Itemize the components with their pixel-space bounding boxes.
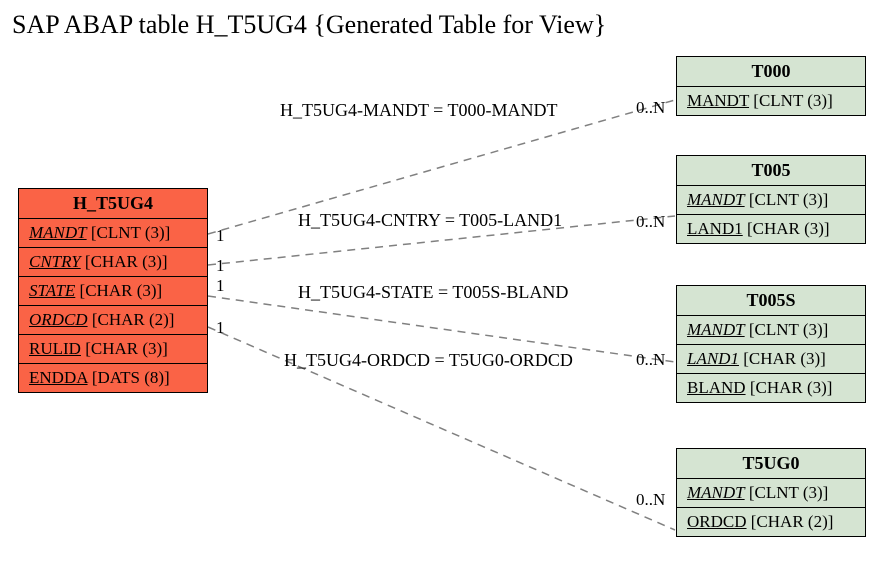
field-name: ORDCD: [687, 512, 747, 531]
cardinality-right: 0..N: [636, 490, 665, 510]
field-row: ENDDA [DATS (8)]: [19, 364, 207, 392]
field-type: [CHAR (3)]: [747, 219, 830, 238]
field-type: [CHAR (3)]: [80, 281, 163, 300]
entity-header: T005S: [677, 286, 865, 316]
field-type: [CHAR (2)]: [751, 512, 834, 531]
field-type: [CLNT (3)]: [753, 91, 832, 110]
field-row: MANDT [CLNT (3)]: [677, 316, 865, 345]
field-name: RULID: [29, 339, 81, 358]
field-name: STATE: [29, 281, 75, 300]
field-row: ORDCD [CHAR (2)]: [677, 508, 865, 536]
entity-t000: T000 MANDT [CLNT (3)]: [676, 56, 866, 116]
field-type: [CHAR (3)]: [85, 339, 168, 358]
cardinality-left: 1: [216, 226, 225, 246]
field-row: RULID [CHAR (3)]: [19, 335, 207, 364]
relation-label: H_T5UG4-ORDCD = T5UG0-ORDCD: [284, 350, 573, 371]
relation-label: H_T5UG4-STATE = T005S-BLAND: [298, 282, 568, 303]
field-name: MANDT: [29, 223, 87, 242]
cardinality-left: 1: [216, 318, 225, 338]
field-row: BLAND [CHAR (3)]: [677, 374, 865, 402]
cardinality-right: 0..N: [636, 212, 665, 232]
page-title: SAP ABAP table H_T5UG4 {Generated Table …: [12, 10, 606, 40]
field-type: [CLNT (3)]: [749, 190, 828, 209]
field-row: CNTRY [CHAR (3)]: [19, 248, 207, 277]
field-row: MANDT [CLNT (3)]: [677, 87, 865, 115]
field-name: CNTRY: [29, 252, 81, 271]
field-type: [CHAR (3)]: [743, 349, 826, 368]
field-name: ORDCD: [29, 310, 88, 329]
field-row: MANDT [CLNT (3)]: [677, 186, 865, 215]
entity-t5ug0: T5UG0 MANDT [CLNT (3)] ORDCD [CHAR (2)]: [676, 448, 866, 537]
cardinality-left: 1: [216, 276, 225, 296]
field-name: MANDT: [687, 483, 745, 502]
field-row: MANDT [CLNT (3)]: [19, 219, 207, 248]
entity-header: T000: [677, 57, 865, 87]
field-type: [CLNT (3)]: [749, 483, 828, 502]
field-row: LAND1 [CHAR (3)]: [677, 345, 865, 374]
field-row: STATE [CHAR (3)]: [19, 277, 207, 306]
entity-t005s: T005S MANDT [CLNT (3)] LAND1 [CHAR (3)] …: [676, 285, 866, 403]
field-type: [CHAR (2)]: [92, 310, 175, 329]
entity-header: T5UG0: [677, 449, 865, 479]
field-type: [DATS (8)]: [92, 368, 170, 387]
relation-label: H_T5UG4-MANDT = T000-MANDT: [280, 100, 557, 121]
field-name: LAND1: [687, 349, 739, 368]
field-name: MANDT: [687, 91, 749, 110]
entity-t005: T005 MANDT [CLNT (3)] LAND1 [CHAR (3)]: [676, 155, 866, 244]
field-row: ORDCD [CHAR (2)]: [19, 306, 207, 335]
field-type: [CHAR (3)]: [85, 252, 168, 271]
field-type: [CLNT (3)]: [91, 223, 170, 242]
field-name: LAND1: [687, 219, 743, 238]
field-row: MANDT [CLNT (3)]: [677, 479, 865, 508]
field-type: [CLNT (3)]: [749, 320, 828, 339]
field-type: [CHAR (3)]: [750, 378, 833, 397]
entity-h-t5ug4: H_T5UG4 MANDT [CLNT (3)] CNTRY [CHAR (3)…: [18, 188, 208, 393]
cardinality-right: 0..N: [636, 98, 665, 118]
field-name: BLAND: [687, 378, 746, 397]
cardinality-left: 1: [216, 256, 225, 276]
entity-header: T005: [677, 156, 865, 186]
field-name: ENDDA: [29, 368, 88, 387]
relation-label: H_T5UG4-CNTRY = T005-LAND1: [298, 210, 562, 231]
field-row: LAND1 [CHAR (3)]: [677, 215, 865, 243]
cardinality-right: 0..N: [636, 350, 665, 370]
field-name: MANDT: [687, 320, 745, 339]
field-name: MANDT: [687, 190, 745, 209]
entity-header: H_T5UG4: [19, 189, 207, 219]
